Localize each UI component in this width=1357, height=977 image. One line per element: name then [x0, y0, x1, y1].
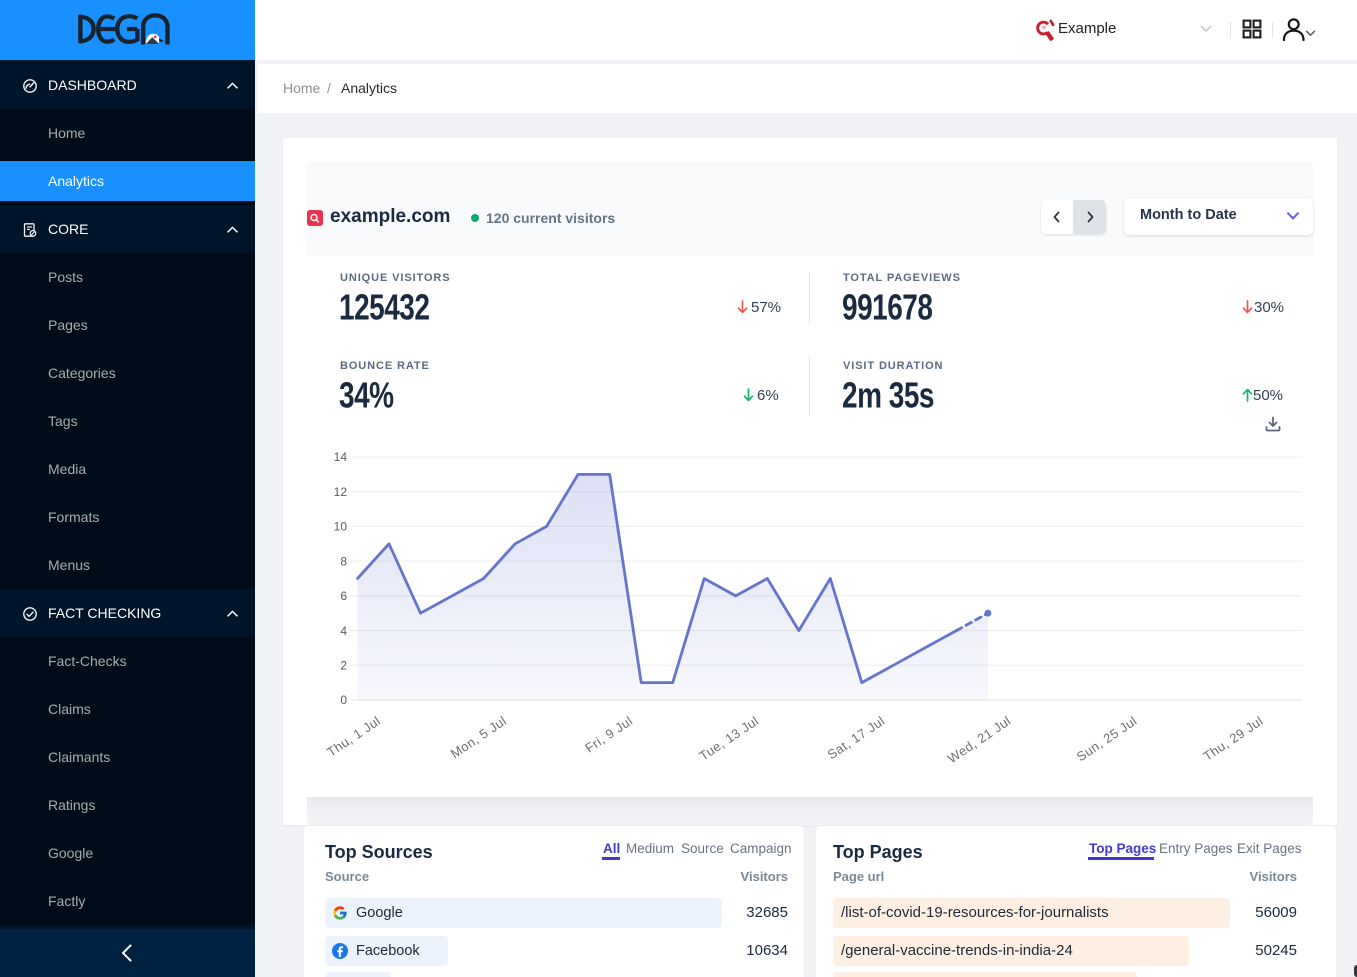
- svg-text:Tue, 13 Jul: Tue, 13 Jul: [696, 713, 761, 764]
- svg-text:Wed, 21 Jul: Wed, 21 Jul: [945, 713, 1014, 766]
- svg-text:Mon, 5 Jul: Mon, 5 Jul: [448, 713, 509, 761]
- svg-text:8: 8: [340, 554, 347, 568]
- svg-text:12: 12: [334, 485, 348, 499]
- svg-text:10: 10: [334, 520, 348, 534]
- svg-text:14: 14: [334, 450, 348, 464]
- svg-text:2: 2: [340, 659, 347, 673]
- svg-text:0: 0: [340, 693, 347, 707]
- svg-text:Sat, 17 Jul: Sat, 17 Jul: [825, 713, 888, 762]
- svg-text:Fri, 9 Jul: Fri, 9 Jul: [582, 713, 635, 756]
- svg-text:Sun, 25 Jul: Sun, 25 Jul: [1074, 713, 1140, 764]
- svg-text:4: 4: [340, 624, 347, 638]
- svg-text:Thu, 1 Jul: Thu, 1 Jul: [324, 713, 383, 760]
- svg-text:Thu, 29 Jul: Thu, 29 Jul: [1200, 713, 1265, 764]
- svg-text:6: 6: [340, 589, 347, 603]
